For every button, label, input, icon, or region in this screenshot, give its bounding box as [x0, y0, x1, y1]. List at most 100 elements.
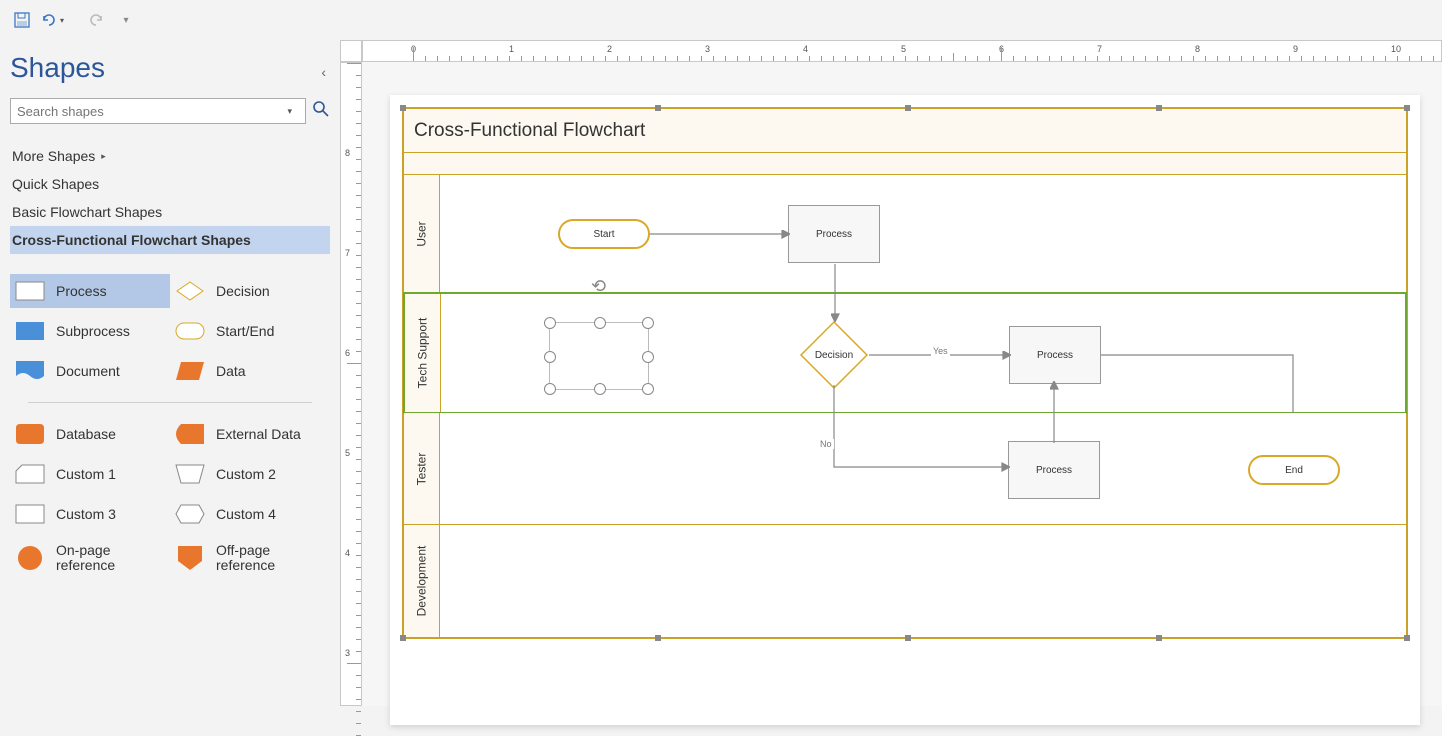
save-button[interactable]	[10, 8, 34, 32]
lane-header[interactable]: Tech Support	[405, 294, 441, 412]
process-icon	[14, 280, 46, 302]
shape-label: External Data	[216, 426, 301, 442]
process-shape[interactable]: Process	[1009, 326, 1101, 384]
externaldata-icon	[174, 423, 206, 445]
data-icon	[174, 360, 206, 382]
horizontal-ruler: 0 1 2 3 4 5 6 7 8 9 10 11	[362, 40, 1442, 62]
category-basic-flowchart[interactable]: Basic Flowchart Shapes	[10, 198, 330, 226]
shape-custom1[interactable]: Custom 1	[10, 457, 170, 491]
shapes-sidebar: Shapes ‹ ▾ More Shapes ▸ Quick Shapes Ba…	[0, 40, 340, 706]
customize-qat-button[interactable]: ▾	[114, 8, 138, 32]
ghost-process-shape[interactable]	[549, 322, 649, 390]
category-more-shapes[interactable]: More Shapes ▸	[10, 142, 330, 170]
rotate-handle-icon[interactable]: ⟲	[591, 276, 606, 297]
canvas-area[interactable]: 0 1 2 3 4 5 6 7 8 9 10 11 8 7 6 5 4 3 Cr…	[340, 40, 1442, 706]
shape-category-list: More Shapes ▸ Quick Shapes Basic Flowcha…	[10, 142, 330, 254]
document-icon	[14, 360, 46, 382]
decision-shape[interactable]: Decision	[799, 320, 869, 390]
shape-text: End	[1285, 465, 1303, 476]
shape-subprocess[interactable]: Subprocess	[10, 314, 170, 348]
shape-document[interactable]: Document	[10, 354, 170, 388]
ruler-label: 7	[345, 248, 350, 258]
shape-label: Database	[56, 426, 116, 442]
collapse-sidebar-button[interactable]: ‹	[321, 64, 326, 80]
lane-label: User	[415, 221, 429, 246]
terminator-icon	[174, 320, 206, 342]
decision-icon	[174, 280, 206, 302]
shape-label: Off-page reference	[216, 543, 326, 574]
process-shape[interactable]: Process	[1008, 441, 1100, 499]
offpage-icon	[174, 547, 206, 569]
category-label: More Shapes	[12, 148, 95, 164]
ruler-label: 5	[901, 44, 906, 54]
custom3-icon	[14, 503, 46, 525]
shape-custom3[interactable]: Custom 3	[10, 497, 170, 531]
onpage-icon	[14, 547, 46, 569]
swimlane-phase-bar	[404, 153, 1406, 175]
shape-label: Custom 1	[56, 466, 116, 482]
shape-text: Process	[1036, 465, 1072, 476]
shape-external-data[interactable]: External Data	[170, 417, 330, 451]
quick-access-toolbar: ▾ ▾	[0, 0, 1442, 40]
category-label: Quick Shapes	[12, 176, 99, 192]
lane-tester[interactable]: Tester Process End No	[404, 413, 1406, 525]
ruler-label: 1	[509, 44, 514, 54]
lane-header[interactable]: Tester	[404, 413, 440, 524]
ruler-label: 2	[607, 44, 612, 54]
swimlane-container[interactable]: Cross-Functional Flowchart User Start Pr…	[402, 107, 1408, 639]
shape-offpage-ref[interactable]: Off-page reference	[170, 537, 330, 580]
shape-text: Start	[593, 229, 614, 240]
lane-label: Development	[415, 546, 429, 617]
drawing-page[interactable]: Cross-Functional Flowchart User Start Pr…	[390, 95, 1420, 725]
search-icon[interactable]	[312, 100, 330, 123]
shape-custom2[interactable]: Custom 2	[170, 457, 330, 491]
shape-label: Custom 3	[56, 506, 116, 522]
lane-development[interactable]: Development	[404, 525, 1406, 637]
custom4-icon	[174, 503, 206, 525]
redo-button[interactable]	[84, 8, 108, 32]
shape-label: Process	[56, 283, 107, 299]
ruler-label: 9	[1293, 44, 1298, 54]
end-terminator[interactable]: End	[1248, 455, 1340, 485]
shape-label: Custom 4	[216, 506, 276, 522]
ruler-label: 6	[345, 348, 350, 358]
swimlane-title[interactable]: Cross-Functional Flowchart	[404, 109, 1406, 153]
shape-text: Process	[1037, 350, 1073, 361]
lane-label: Tester	[415, 452, 429, 485]
start-terminator[interactable]: Start	[558, 219, 650, 249]
shape-onpage-ref[interactable]: On-page reference	[10, 537, 170, 580]
search-input[interactable]	[10, 98, 306, 124]
ruler-label: 4	[345, 548, 350, 558]
shape-database[interactable]: Database	[10, 417, 170, 451]
ruler-corner	[340, 40, 362, 62]
shape-decision[interactable]: Decision	[170, 274, 330, 308]
lane-header[interactable]: User	[404, 175, 440, 292]
shape-label: Subprocess	[56, 323, 130, 339]
shape-label: Data	[216, 363, 246, 379]
sidebar-title: Shapes	[10, 52, 330, 84]
ruler-label: 10	[1391, 44, 1401, 54]
shape-text: Decision	[815, 350, 853, 361]
shape-custom4[interactable]: Custom 4	[170, 497, 330, 531]
shape-terminator[interactable]: Start/End	[170, 314, 330, 348]
undo-button[interactable]: ▾	[40, 8, 64, 32]
vertical-ruler: 8 7 6 5 4 3	[340, 62, 362, 706]
process-shape[interactable]: Process	[788, 205, 880, 263]
shape-label: Start/End	[216, 323, 274, 339]
lane-header[interactable]: Development	[404, 525, 440, 637]
custom1-icon	[14, 463, 46, 485]
shape-label: Custom 2	[216, 466, 276, 482]
ruler-label: 3	[345, 648, 350, 658]
lane-user[interactable]: User Start Process	[404, 175, 1406, 293]
category-quick-shapes[interactable]: Quick Shapes	[10, 170, 330, 198]
subprocess-icon	[14, 320, 46, 342]
category-label: Basic Flowchart Shapes	[12, 204, 162, 220]
category-cross-functional[interactable]: Cross-Functional Flowchart Shapes	[10, 226, 330, 254]
shape-text: Process	[816, 229, 852, 240]
lane-label: Tech Support	[416, 318, 430, 389]
connector-label: Yes	[931, 346, 950, 356]
chevron-right-icon: ▸	[101, 151, 106, 162]
shape-data[interactable]: Data	[170, 354, 330, 388]
shape-process[interactable]: Process	[10, 274, 170, 308]
shape-label: Document	[56, 363, 120, 379]
